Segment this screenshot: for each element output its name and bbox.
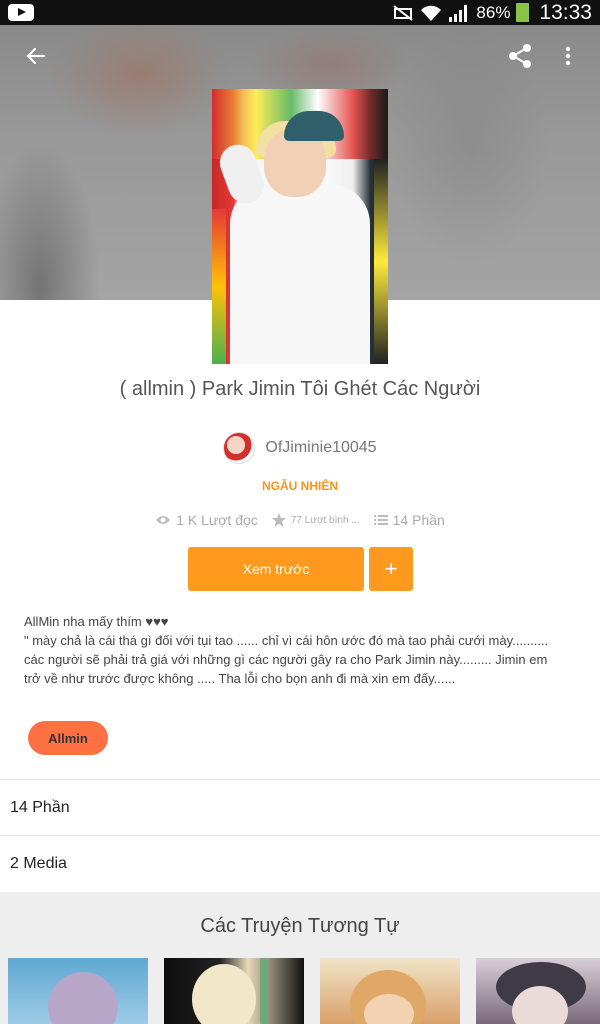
similar-stories-title: Các Truyện Tương Tự (200, 915, 400, 937)
votes-stat: 77 Lượt bình ... (271, 513, 360, 527)
eye-icon (156, 516, 171, 524)
author-name[interactable]: OfJiminie10045 (265, 439, 376, 457)
share-button[interactable] (498, 34, 542, 78)
similar-story-thumb[interactable] (476, 958, 600, 1024)
status-bar: 86% 13:33 (0, 0, 600, 25)
cover-figure-body (230, 184, 370, 364)
status-right: 86% 13:33 (392, 1, 592, 25)
share-icon (509, 44, 531, 68)
similar-story-thumb[interactable] (164, 958, 304, 1024)
avatar[interactable] (223, 432, 256, 464)
votes-count: 77 Lượt bình ... (290, 514, 360, 526)
story-title: ( allmin ) Park Jimin Tôi Ghét Các Người (119, 378, 481, 400)
story-description: AllMin nha mấy thím ♥♥♥ " mày chả là cái… (24, 612, 584, 688)
media-row[interactable]: 2 Media (0, 835, 600, 892)
similar-story-thumb[interactable] (320, 958, 460, 1024)
clock: 13:33 (539, 0, 592, 24)
parts-count: 14 Phần (392, 512, 445, 528)
battery-percent: 86% (476, 2, 511, 22)
description-line: trở về như trước được không ..... Tha lỗ… (24, 671, 456, 686)
action-buttons: Xem trước + (188, 547, 413, 591)
add-to-library-button[interactable]: + (369, 547, 413, 591)
back-button[interactable] (14, 34, 58, 78)
wifi-icon (421, 5, 442, 21)
description-line: các người sẽ phải trả giá với những gì c… (24, 652, 548, 667)
category-label[interactable]: NGẪU NHIÊN (0, 479, 600, 493)
signal-icon (449, 4, 468, 22)
cover-stage-right (374, 159, 388, 364)
youtube-icon (8, 4, 34, 21)
description-line: " mày chả là cái thá gì đối với tụi tao … (24, 633, 549, 648)
parts-stat: 14 Phần (373, 512, 445, 528)
description-line: AllMin nha mấy thím ♥♥♥ (24, 614, 169, 629)
story-cover[interactable] (212, 89, 388, 364)
tag-allmin[interactable]: Allmin (28, 721, 108, 755)
back-arrow-icon (26, 47, 46, 65)
similar-stories-section: Các Truyện Tương Tự (0, 892, 600, 1024)
story-stats: 1 K Lượt đọc 77 Lượt bình ... 14 Phần (0, 512, 600, 528)
more-vert-icon (565, 46, 571, 66)
reads-stat: 1 K Lượt đọc (155, 512, 258, 528)
preview-button[interactable]: Xem trước (188, 547, 364, 591)
cover-stage-left (212, 209, 226, 364)
author-link[interactable]: OfJiminie10045 (0, 432, 600, 464)
mute-icon (393, 4, 414, 21)
similar-story-thumb[interactable] (8, 958, 148, 1024)
battery-icon (516, 3, 530, 22)
plus-icon: + (384, 556, 398, 581)
parts-row[interactable]: 14 Phần (0, 779, 600, 835)
star-icon (271, 513, 286, 527)
more-options-button[interactable] (546, 34, 590, 78)
list-icon (373, 515, 388, 525)
reads-count: 1 K Lượt đọc (176, 512, 258, 528)
